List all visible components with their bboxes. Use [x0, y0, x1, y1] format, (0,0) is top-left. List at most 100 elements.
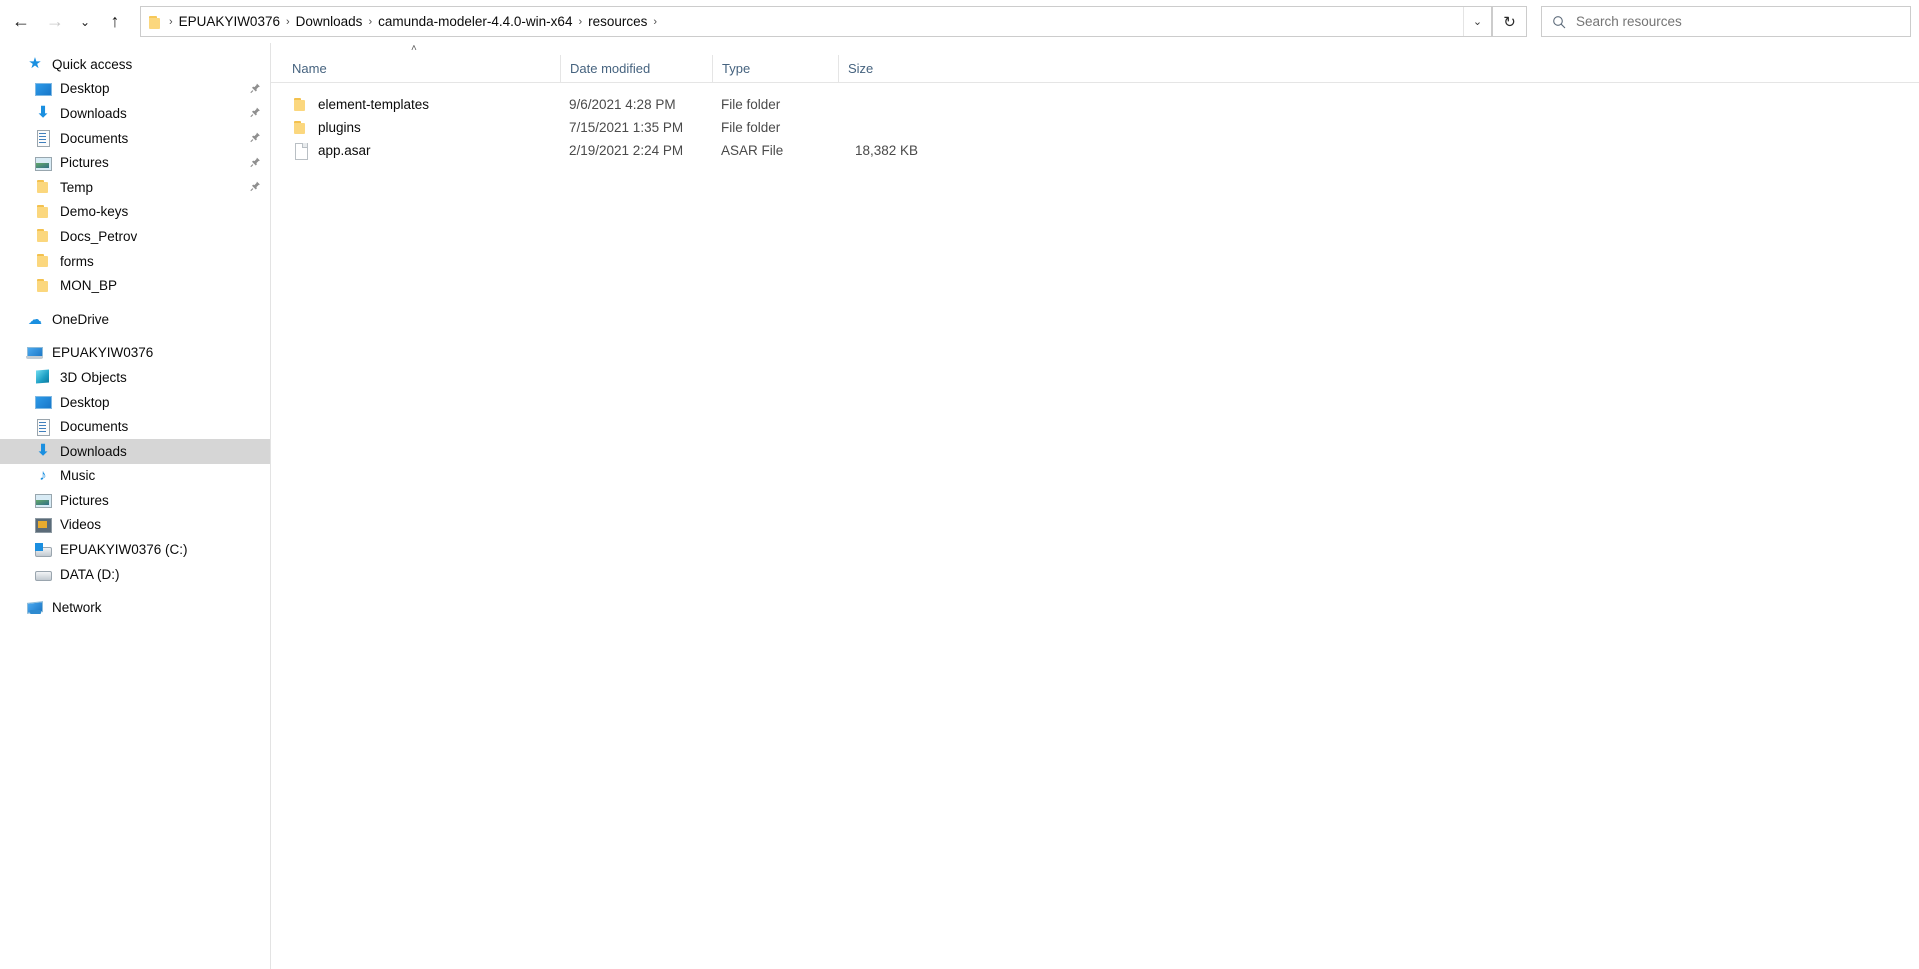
windows-drive-icon — [34, 541, 52, 559]
sidebar-item-quick-access[interactable]: ★ Quick access — [0, 52, 270, 77]
file-icon — [292, 142, 309, 160]
back-arrow-icon[interactable]: ← — [4, 5, 38, 39]
sidebar-item-pc-downloads[interactable]: ⬇ Downloads — [0, 438, 270, 464]
recent-locations-chevron-down-icon[interactable]: ⌄ — [72, 5, 98, 39]
column-header-size[interactable]: Size — [838, 55, 921, 82]
this-pc-icon — [26, 344, 44, 362]
search-input[interactable] — [1576, 14, 1910, 29]
column-header-type[interactable]: Type — [712, 55, 838, 82]
sidebar-item-3d-objects[interactable]: 3D Objects — [0, 365, 270, 390]
sidebar-item-pc-documents[interactable]: Documents — [0, 414, 270, 439]
up-arrow-icon[interactable]: ↑ — [98, 5, 132, 39]
column-headers: Name Date modified Type Size — [271, 55, 1919, 83]
sidebar-item-docs-petrov[interactable]: Docs_Petrov — [0, 224, 270, 249]
search-box[interactable] — [1541, 6, 1911, 37]
sidebar-item-label: EPUAKYIW0376 — [52, 345, 154, 361]
file-list-pane[interactable]: ˄ Name Date modified Type Size element-t… — [271, 43, 1919, 969]
table-row[interactable]: element-templates 9/6/2021 4:28 PM File … — [271, 93, 1919, 116]
sidebar-item-desktop[interactable]: Desktop — [0, 77, 270, 102]
cell-date-modified: 2/19/2021 2:24 PM — [569, 143, 684, 158]
refresh-button[interactable]: ↻ — [1492, 6, 1527, 37]
pictures-icon — [34, 154, 52, 172]
forward-arrow-icon[interactable]: → — [38, 5, 72, 39]
folder-icon — [34, 227, 52, 245]
sidebar-item-drive-d[interactable]: DATA (D:) — [0, 562, 270, 587]
sidebar-item-drive-c[interactable]: EPUAKYIW0376 (C:) — [0, 537, 270, 562]
cell-date-modified: 7/15/2021 1:35 PM — [569, 120, 684, 135]
sidebar-item-label: Pictures — [60, 492, 109, 508]
onedrive-cloud-icon: ☁ — [28, 311, 42, 328]
sidebar-item-pc-desktop[interactable]: Desktop — [0, 390, 270, 415]
sidebar-item-label: Desktop — [60, 81, 110, 97]
cell-type: File folder — [721, 97, 781, 112]
file-name-label: app.asar — [318, 143, 371, 158]
sidebar-item-videos[interactable]: Videos — [0, 513, 270, 538]
sidebar-item-onedrive[interactable]: ☁ OneDrive — [0, 307, 270, 332]
pin-icon[interactable] — [250, 107, 261, 120]
pin-icon[interactable] — [250, 132, 261, 145]
sidebar-item-label: Demo-keys — [60, 204, 129, 220]
network-icon — [26, 599, 44, 617]
sidebar-item-demo-keys[interactable]: Demo-keys — [0, 200, 270, 225]
column-header-name[interactable]: Name — [283, 55, 560, 82]
sidebar-item-mon-bp[interactable]: MON_BP — [0, 273, 270, 298]
cell-type: File folder — [721, 120, 781, 135]
sidebar-item-label: Desktop — [60, 394, 110, 410]
file-rows: element-templates 9/6/2021 4:28 PM File … — [271, 83, 1919, 162]
sidebar-item-pictures[interactable]: Pictures — [0, 150, 270, 175]
folder-icon — [292, 120, 309, 136]
address-dropdown-chevron-down-icon[interactable]: ⌄ — [1463, 7, 1491, 36]
breadcrumb[interactable]: › EPUAKYIW0376 › Downloads › camunda-mod… — [141, 7, 1463, 36]
breadcrumb-separator: › — [653, 15, 658, 28]
sidebar-item-label: Documents — [60, 130, 129, 146]
sidebar-item-label: EPUAKYIW0376 (C:) — [60, 542, 188, 558]
explorer-body: ★ Quick access Desktop ⬇ Downloads Docum… — [0, 43, 1919, 969]
desktop-icon — [34, 393, 52, 411]
music-note-icon: ♪ — [39, 466, 47, 484]
cell-type: ASAR File — [721, 143, 784, 158]
column-header-date-modified[interactable]: Date modified — [560, 55, 712, 82]
pictures-icon — [34, 491, 52, 509]
breadcrumb-item-2[interactable]: camunda-modeler-4.4.0-win-x64 — [373, 11, 577, 32]
sidebar-item-label: MON_BP — [60, 278, 118, 294]
sidebar-item-label: Downloads — [60, 105, 127, 121]
sidebar-item-documents[interactable]: Documents — [0, 126, 270, 151]
sidebar-item-music[interactable]: ♪ Music — [0, 464, 270, 489]
videos-icon — [34, 516, 52, 534]
pin-icon[interactable] — [250, 156, 261, 169]
breadcrumb-item-1[interactable]: Downloads — [291, 11, 368, 32]
table-row[interactable]: app.asar 2/19/2021 2:24 PM ASAR File 18,… — [271, 139, 1919, 162]
sidebar-item-this-pc[interactable]: EPUAKYIW0376 — [0, 341, 270, 366]
pin-icon[interactable] — [250, 82, 261, 95]
address-bar[interactable]: › EPUAKYIW0376 › Downloads › camunda-mod… — [140, 6, 1492, 37]
sidebar-item-downloads[interactable]: ⬇ Downloads — [0, 101, 270, 126]
sidebar-item-forms[interactable]: forms — [0, 249, 270, 274]
cell-name: plugins — [283, 120, 560, 136]
cell-name: app.asar — [283, 142, 560, 160]
sidebar-item-label: Videos — [60, 517, 102, 533]
navigation-pane[interactable]: ★ Quick access Desktop ⬇ Downloads Docum… — [0, 43, 271, 969]
file-name-label: plugins — [318, 120, 361, 135]
sidebar-item-pc-pictures[interactable]: Pictures — [0, 488, 270, 513]
sidebar-item-label: 3D Objects — [60, 369, 127, 385]
breadcrumb-item-0[interactable]: EPUAKYIW0376 — [174, 11, 285, 32]
sidebar-item-label: Network — [52, 600, 102, 616]
sidebar-item-temp[interactable]: Temp — [0, 175, 270, 200]
downloads-icon: ⬇ — [36, 442, 50, 460]
folder-icon — [34, 178, 52, 196]
table-row[interactable]: plugins 7/15/2021 1:35 PM File folder — [271, 116, 1919, 139]
pin-icon[interactable] — [250, 181, 261, 194]
folder-icon — [149, 15, 166, 29]
sidebar-item-network[interactable]: Network — [0, 595, 270, 620]
breadcrumb-item-3[interactable]: resources — [583, 11, 652, 32]
desktop-icon — [34, 80, 52, 98]
sidebar-item-label: Pictures — [60, 155, 109, 171]
documents-icon — [34, 129, 52, 148]
3d-objects-icon — [34, 368, 52, 386]
folder-icon — [34, 277, 52, 295]
sidebar-item-label: DATA (D:) — [60, 566, 120, 582]
search-icon — [1542, 15, 1576, 29]
navigation-toolbar: ← → ⌄ ↑ › EPUAKYIW0376 › Downloads › cam… — [0, 0, 1919, 43]
